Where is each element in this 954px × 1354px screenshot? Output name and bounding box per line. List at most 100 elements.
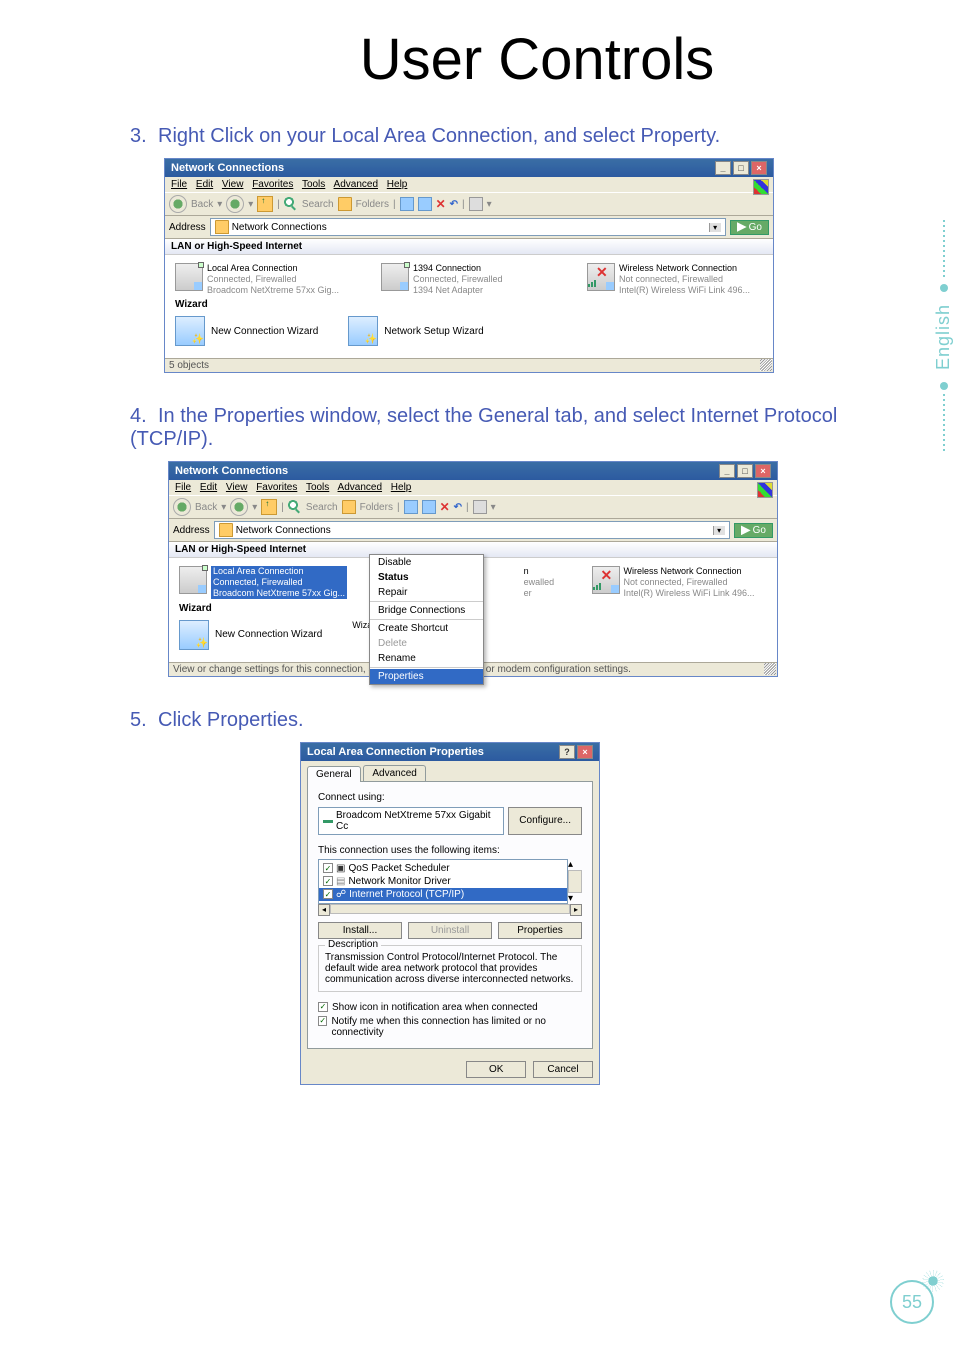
folders-icon[interactable] <box>338 197 352 211</box>
wiz-new-connection[interactable]: New Connection Wizard <box>179 620 322 650</box>
conn-local[interactable]: Local Area ConnectionConnected, Firewall… <box>179 566 354 598</box>
content: Local Area ConnectionConnected, Firewall… <box>165 255 773 358</box>
search-icon[interactable] <box>288 500 302 514</box>
minimize-icon[interactable]: _ <box>715 161 731 175</box>
search-label: Search <box>306 502 338 513</box>
step-3-text: 3.Right Click on your Local Area Connect… <box>130 125 870 148</box>
up-icon[interactable] <box>261 499 277 515</box>
tab-body: Connect using: ▬ Broadcom NetXtreme 57xx… <box>307 781 593 1049</box>
address-icon <box>215 220 229 234</box>
search-icon[interactable] <box>284 197 298 211</box>
status-bar: 5 objects <box>165 358 773 372</box>
menu-help[interactable]: Help <box>387 179 408 190</box>
configure-button[interactable]: Configure... <box>508 807 582 835</box>
wiz-network-setup[interactable]: Network Setup Wizard <box>348 316 483 346</box>
ctx-disable[interactable]: Disable <box>370 555 483 570</box>
maximize-icon[interactable]: □ <box>733 161 749 175</box>
close-icon[interactable]: × <box>755 464 771 478</box>
item-monitor[interactable]: ▤Network Monitor Driver <box>319 875 567 888</box>
forward-icon[interactable] <box>226 195 244 213</box>
folders-icon[interactable] <box>342 500 356 514</box>
undo-icon[interactable]: ↶ <box>450 199 458 210</box>
step-4-text: 4.In the Properties window, select the G… <box>130 405 870 451</box>
resize-grip-icon[interactable] <box>764 663 776 675</box>
resize-grip-icon[interactable] <box>760 359 772 371</box>
move-icon[interactable] <box>400 197 414 211</box>
menu-file[interactable]: File <box>175 482 191 493</box>
menu-help[interactable]: Help <box>391 482 412 493</box>
scroll-left-icon[interactable]: ◂ <box>318 904 330 916</box>
go-button[interactable]: Go <box>730 220 769 235</box>
item-qos[interactable]: ▣QoS Packet Scheduler <box>319 862 567 875</box>
tab-advanced[interactable]: Advanced <box>363 765 425 781</box>
close-icon[interactable]: × <box>751 161 767 175</box>
conn-local[interactable]: Local Area ConnectionConnected, Firewall… <box>175 263 351 295</box>
address-input[interactable]: Network Connections ▾ <box>214 521 730 539</box>
scroll-up-icon[interactable]: ▴ <box>568 859 582 870</box>
ctx-bridge[interactable]: Bridge Connections <box>370 603 483 618</box>
install-button[interactable]: Install... <box>318 922 402 939</box>
menu-advanced[interactable]: Advanced <box>334 179 378 190</box>
connect-using-label: Connect using: <box>318 792 582 803</box>
back-icon[interactable] <box>173 498 191 516</box>
ctx-repair[interactable]: Repair <box>370 585 483 600</box>
tab-general[interactable]: General <box>307 766 361 782</box>
delete-icon[interactable]: ✕ <box>440 500 450 514</box>
item-tcpip[interactable]: ☍Internet Protocol (TCP/IP) <box>319 888 567 901</box>
scroll-down-icon[interactable]: ▾ <box>568 893 582 904</box>
menu-view[interactable]: View <box>222 179 244 190</box>
menu-view[interactable]: View <box>226 482 248 493</box>
go-button[interactable]: Go <box>734 523 773 538</box>
conn-wireless[interactable]: ✕ Wireless Network ConnectionNot connect… <box>587 263 763 295</box>
address-dropdown-icon[interactable]: ▾ <box>709 223 721 232</box>
scrollbar[interactable] <box>568 870 582 893</box>
items-listbox[interactable]: ▣QoS Packet Scheduler ▤Network Monitor D… <box>318 859 568 904</box>
views-icon[interactable] <box>469 197 483 211</box>
minimize-icon[interactable]: _ <box>719 464 735 478</box>
delete-icon[interactable]: ✕ <box>436 197 446 211</box>
close-icon[interactable]: × <box>577 745 593 759</box>
menu-favorites[interactable]: Favorites <box>256 482 297 493</box>
move-icon[interactable] <box>404 500 418 514</box>
conn-status: Connected, Firewalled <box>211 577 347 588</box>
wiz-new-connection[interactable]: New Connection Wizard <box>175 316 318 346</box>
menu-edit[interactable]: Edit <box>196 179 213 190</box>
checkbox-notify[interactable] <box>318 1016 327 1026</box>
menu-edit[interactable]: Edit <box>200 482 217 493</box>
copy-icon[interactable] <box>418 197 432 211</box>
scroll-right-icon[interactable]: ▸ <box>570 904 582 916</box>
copy-icon[interactable] <box>422 500 436 514</box>
menu-tools[interactable]: Tools <box>302 179 325 190</box>
ctx-rename[interactable]: Rename <box>370 651 483 666</box>
cancel-button[interactable]: Cancel <box>533 1061 593 1078</box>
menu-tools[interactable]: Tools <box>306 482 329 493</box>
undo-icon[interactable]: ↶ <box>454 502 462 513</box>
address-dropdown-icon[interactable]: ▾ <box>713 526 725 535</box>
forward-icon[interactable] <box>230 498 248 516</box>
ctx-status[interactable]: Status <box>370 570 483 585</box>
h-scrollbar[interactable]: ◂ ▸ <box>318 904 582 916</box>
conn-1394[interactable]: 1394 ConnectionConnected, Firewalled1394… <box>381 263 557 295</box>
address-label: Address <box>169 222 206 233</box>
dot-icon <box>940 382 948 390</box>
menu-advanced[interactable]: Advanced <box>338 482 382 493</box>
up-icon[interactable] <box>257 196 273 212</box>
help-icon[interactable]: ? <box>559 745 575 759</box>
checkbox-icon[interactable] <box>323 863 333 873</box>
views-icon[interactable] <box>473 500 487 514</box>
properties-button[interactable]: Properties <box>498 922 582 939</box>
address-input[interactable]: Network Connections ▾ <box>210 218 726 236</box>
checkbox-icon[interactable] <box>323 889 333 899</box>
ctx-properties[interactable]: Properties <box>370 669 483 684</box>
uninstall-button: Uninstall <box>408 922 492 939</box>
checkbox-icon[interactable] <box>323 876 333 886</box>
conn-wireless[interactable]: ✕ Wireless Network ConnectionNot connect… <box>592 566 767 598</box>
ctx-shortcut[interactable]: Create Shortcut <box>370 621 483 636</box>
back-icon[interactable] <box>169 195 187 213</box>
menu-file[interactable]: File <box>171 179 187 190</box>
menu-favorites[interactable]: Favorites <box>252 179 293 190</box>
ok-button[interactable]: OK <box>466 1061 526 1078</box>
maximize-icon[interactable]: □ <box>737 464 753 478</box>
checkbox-show-icon[interactable] <box>318 1002 328 1012</box>
step-5-text: 5.Click Properties. <box>130 709 870 732</box>
